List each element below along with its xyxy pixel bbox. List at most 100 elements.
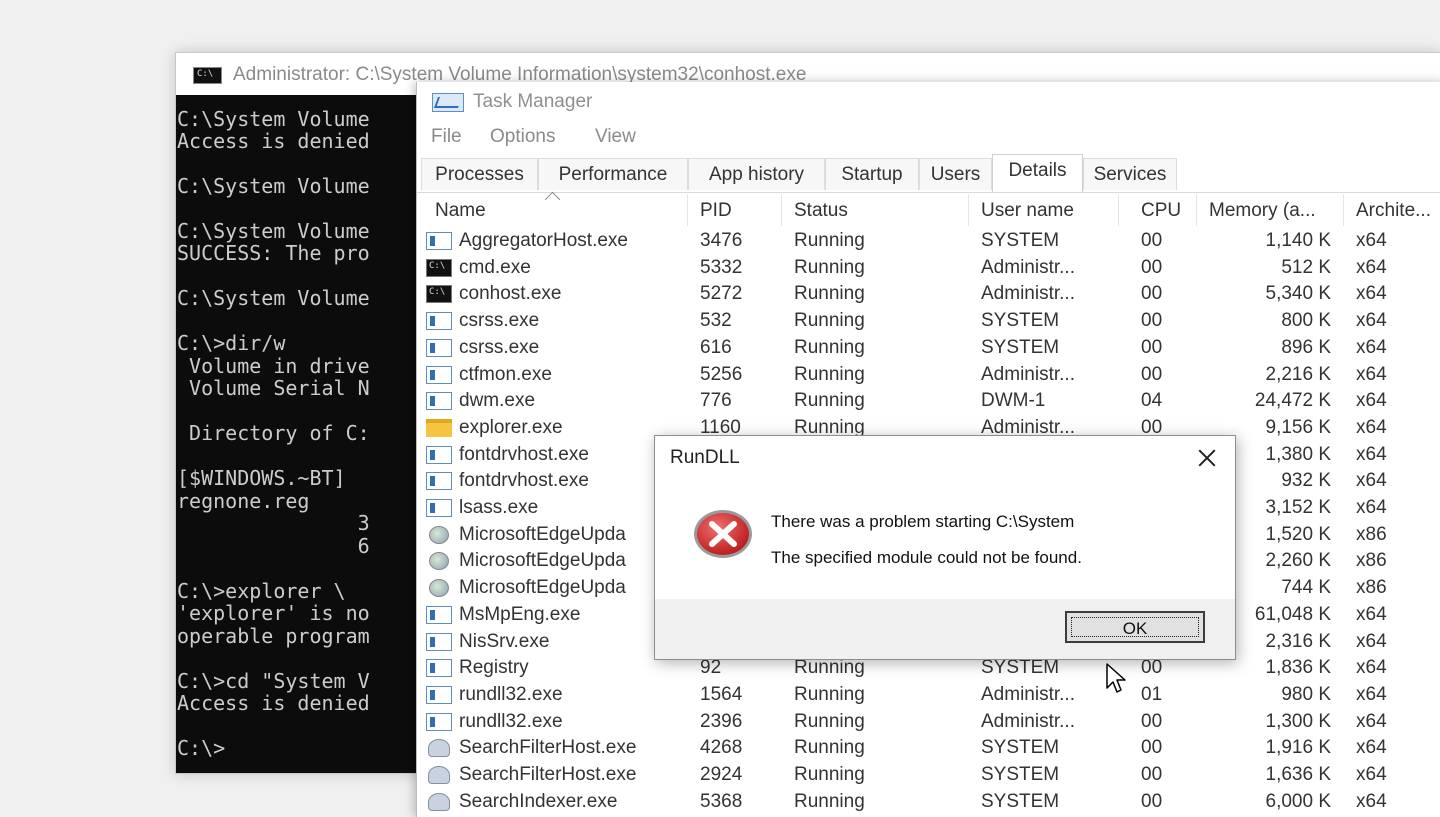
console-line: SUCCESS: The pro	[177, 241, 370, 265]
console-line: regnone.reg	[177, 489, 310, 513]
process-memory: 1,636 K	[1265, 764, 1332, 785]
tab-startup[interactable]: Startup	[825, 158, 919, 190]
process-pid: 5272	[700, 283, 743, 305]
process-arch: x86	[1356, 550, 1387, 572]
task-manager-title: Task Manager	[473, 91, 593, 112]
mouse-cursor-icon	[1106, 663, 1126, 693]
process-cpu: 00	[1141, 790, 1163, 812]
process-status: Running	[794, 283, 865, 305]
tab-details[interactable]: Details	[992, 154, 1083, 192]
process-user: Administr...	[981, 256, 1075, 278]
folder-icon	[426, 418, 452, 437]
process-name: ctfmon.exe	[459, 363, 552, 385]
process-memory: 980 K	[1281, 683, 1331, 705]
console-icon	[426, 258, 452, 277]
table-row[interactable]: conhost.exe 5272 Running Administr... 00 5,34…	[417, 282, 1440, 309]
table-row[interactable]: csrss.exe 532 Running SYSTEM 00 800 K x64	[417, 309, 1440, 336]
table-row[interactable]: SearchFilterHost.exe 2924 Running SYSTEM 00 1…	[417, 763, 1440, 790]
process-name: AggregatorHost.exe	[459, 230, 628, 251]
column-divider[interactable]	[968, 194, 969, 226]
table-row[interactable]: SearchIndexer.exe 5368 Running SYSTEM 00 6,00…	[417, 790, 1440, 817]
table-row[interactable]: rundll32.exe 1564 Running Administr... 01 980…	[417, 683, 1440, 710]
column-name[interactable]: Name	[435, 200, 486, 222]
table-row[interactable]: csrss.exe 616 Running SYSTEM 00 896 K x64	[417, 336, 1440, 363]
column-divider[interactable]	[1343, 194, 1344, 226]
column-divider[interactable]	[781, 194, 782, 226]
tab-performance[interactable]: Performance	[538, 158, 688, 190]
service-icon	[426, 232, 452, 250]
process-pid: 5256	[700, 363, 743, 385]
table-row[interactable]: ctfmon.exe 5256 Running Administr... 00 2,216…	[417, 363, 1440, 390]
tab-app-history[interactable]: App history	[688, 158, 825, 190]
ok-button[interactable]: OK	[1065, 611, 1205, 643]
tab-processes[interactable]: Processes	[421, 158, 538, 190]
process-pid: 616	[700, 336, 732, 358]
process-cpu: 00	[1141, 336, 1163, 358]
process-name: lsass.exe	[459, 497, 539, 518]
process-arch: x64	[1356, 764, 1387, 785]
menu-file[interactable]: File	[431, 126, 462, 148]
process-name: MicrosoftEdgeUpda	[459, 577, 626, 599]
tab-services[interactable]: Services	[1083, 158, 1177, 190]
process-cpu: 00	[1141, 256, 1163, 278]
task-manager-titlebar[interactable]: Task Manager	[417, 82, 1440, 120]
menu-view[interactable]: View	[595, 126, 636, 148]
service-icon	[426, 445, 452, 464]
process-cpu: 00	[1141, 283, 1163, 305]
process-user: Administr...	[981, 283, 1075, 305]
search-host-icon	[428, 739, 450, 758]
process-name: rundll32.exe	[459, 683, 563, 705]
console-icon	[193, 67, 222, 84]
rundll-dialog[interactable]: RunDLL There was a problem starting C:\S…	[654, 435, 1236, 660]
process-arch: x64	[1356, 497, 1387, 518]
process-arch: x64	[1356, 737, 1387, 759]
process-status: Running	[794, 657, 865, 679]
process-cpu: 04	[1141, 390, 1163, 412]
column-memory[interactable]: Memory (a...	[1209, 200, 1316, 222]
process-cpu: 00	[1141, 737, 1163, 759]
table-row[interactable]: AggregatorHost.exe 3476 Running SYSTEM 00 1,1…	[417, 229, 1440, 256]
process-arch: x86	[1356, 577, 1387, 599]
process-memory: 5,340 K	[1265, 283, 1332, 305]
tab-users[interactable]: Users	[919, 158, 992, 190]
process-cpu: 00	[1141, 310, 1163, 332]
process-status: Running	[794, 390, 865, 412]
service-icon	[426, 338, 452, 357]
table-row[interactable]: dwm.exe 776 Running DWM-1 04 24,472 K x64	[417, 389, 1440, 416]
column-architecture[interactable]: Archite...	[1356, 200, 1431, 222]
edge-update-icon	[429, 579, 449, 598]
column-divider[interactable]	[1118, 194, 1119, 226]
dialog-message: There was a problem starting C:\System	[771, 512, 1075, 531]
column-divider[interactable]	[1196, 194, 1197, 226]
console-line: Access is denied	[177, 129, 370, 153]
process-name: rundll32.exe	[459, 710, 563, 732]
column-user-name[interactable]: User name	[981, 200, 1074, 222]
process-status: Running	[794, 230, 865, 251]
tab-bar: Processes Performance App history Startu…	[417, 154, 1440, 193]
process-pid: 92	[700, 657, 722, 679]
service-icon	[426, 472, 452, 491]
process-pid: 532	[700, 310, 732, 332]
process-user: SYSTEM	[981, 336, 1060, 358]
close-icon[interactable]	[1185, 440, 1227, 476]
process-user: SYSTEM	[981, 790, 1060, 812]
table-row[interactable]: Registry 92 Running SYSTEM 00 1,836 K x64	[417, 656, 1440, 683]
menu-options[interactable]: Options	[490, 126, 555, 148]
process-user: SYSTEM	[981, 230, 1060, 251]
process-name: fontdrvhost.exe	[459, 443, 589, 465]
column-cpu[interactable]: CPU	[1141, 200, 1181, 222]
column-status[interactable]: Status	[794, 200, 848, 222]
process-pid: 1564	[700, 683, 743, 705]
process-arch: x64	[1356, 283, 1387, 305]
service-icon	[426, 685, 452, 704]
error-icon	[694, 510, 752, 558]
column-divider[interactable]	[687, 194, 688, 226]
process-pid: 4268	[700, 737, 743, 759]
table-row[interactable]: SearchFilterHost.exe 4268 Running SYSTEM 00 1…	[417, 736, 1440, 763]
table-row[interactable]: rundll32.exe 2396 Running Administr... 00 1,3…	[417, 710, 1440, 737]
table-row[interactable]: cmd.exe 5332 Running Administr... 00 512 K x64	[417, 256, 1440, 283]
column-pid[interactable]: PID	[700, 200, 732, 222]
process-user: SYSTEM	[981, 657, 1060, 679]
process-memory: 24,472 K	[1254, 390, 1331, 412]
console-line: C:\System Volume	[177, 219, 370, 243]
